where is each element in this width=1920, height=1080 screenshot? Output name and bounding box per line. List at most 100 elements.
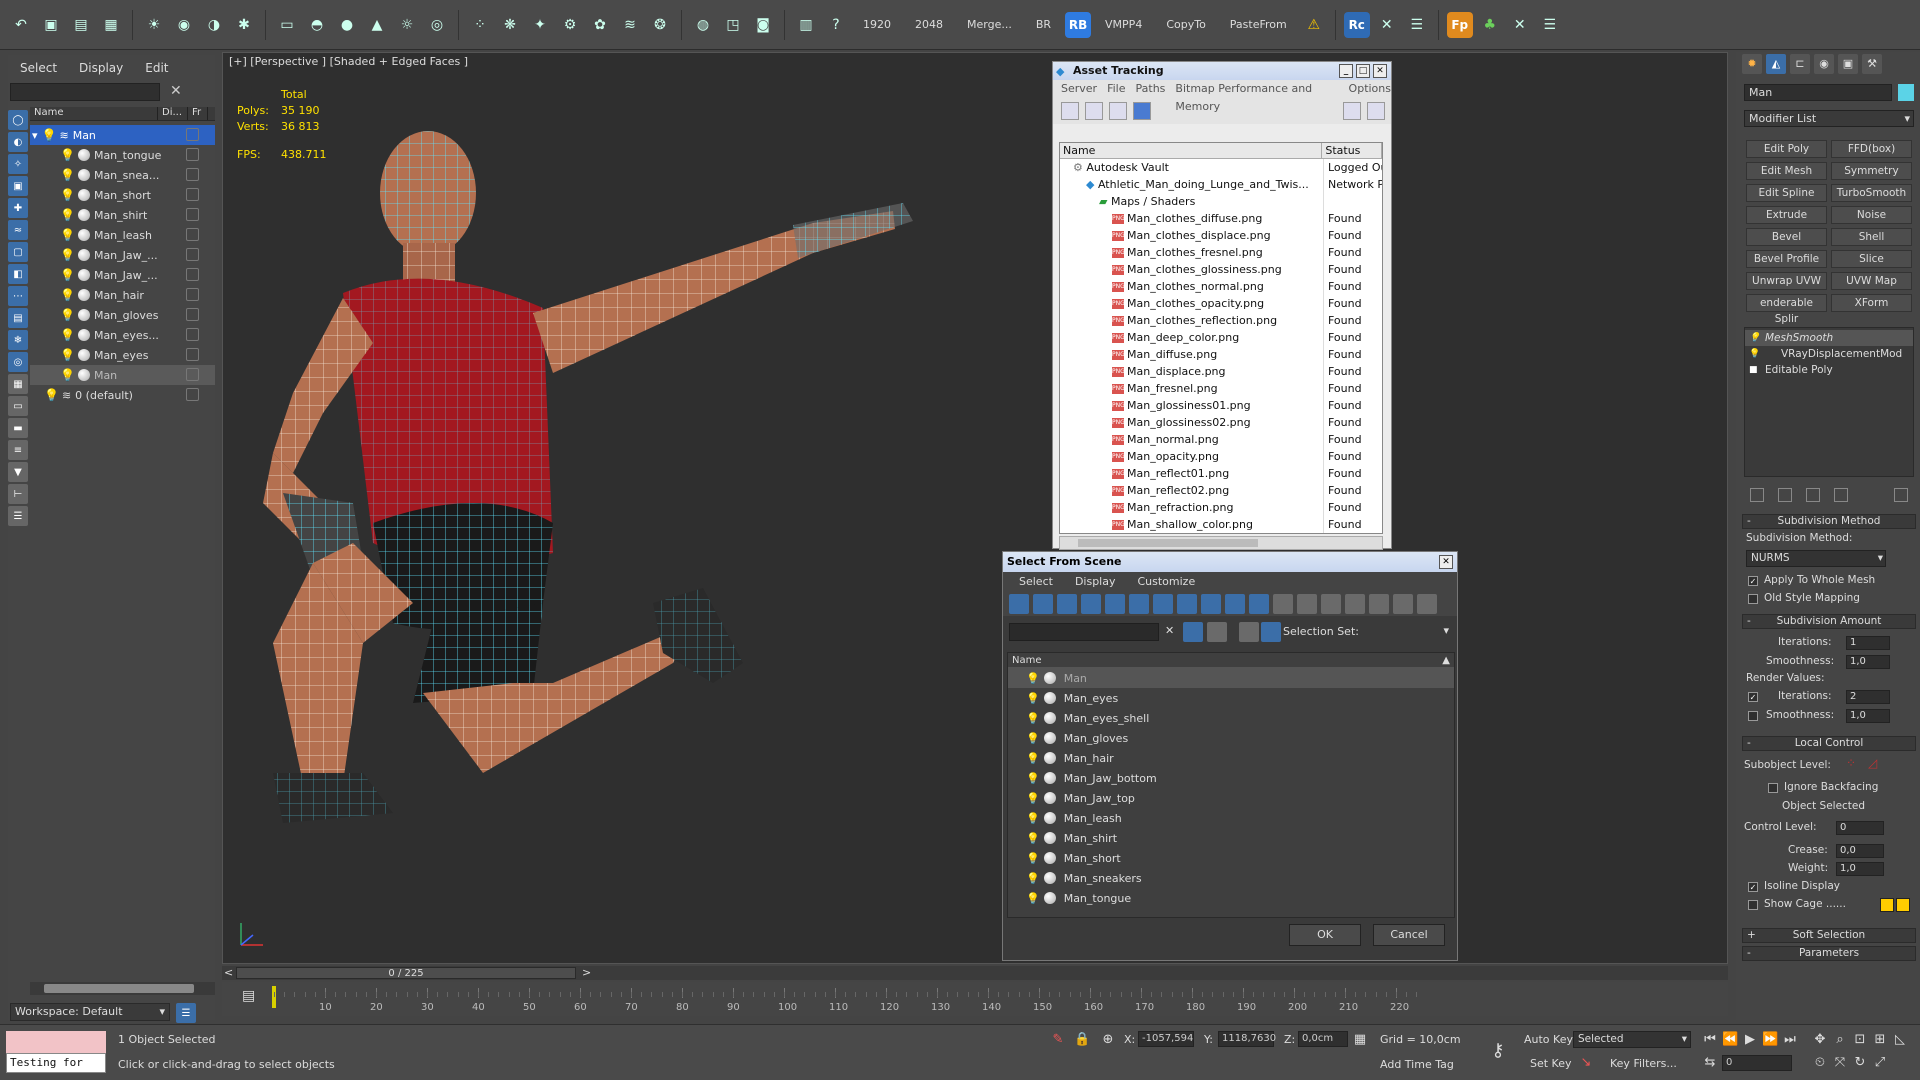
modifier-button[interactable]: Shell — [1831, 228, 1912, 246]
workspace-dropdown[interactable]: Workspace: Default ▾ — [10, 1003, 170, 1021]
create-tab-icon[interactable]: ✹ — [1742, 54, 1762, 74]
asset-row[interactable]: PNG Man_clothes_glossiness.png Found — [1060, 261, 1382, 278]
filter-hidden-icon[interactable] — [1273, 594, 1293, 614]
select-all-icon[interactable] — [1297, 594, 1317, 614]
old-style-mapping-checkbox[interactable] — [1748, 594, 1758, 604]
orbit-icon[interactable]: ↻ — [1852, 1055, 1868, 1071]
pastefrom-button[interactable]: PasteFrom — [1220, 18, 1297, 31]
modifier-button[interactable]: Bevel — [1746, 228, 1827, 246]
hierarchy-tab-icon[interactable]: ⊏ — [1790, 54, 1810, 74]
list-item[interactable]: 💡 Man_leash — [1008, 808, 1454, 828]
light-bulb-icon[interactable]: 💡 — [1749, 330, 1760, 346]
plane-icon[interactable]: ▭ — [274, 12, 300, 38]
layer-stack-icon[interactable] — [1239, 622, 1259, 642]
track-bar[interactable]: ▤ 10 20 30 40 50 60 70 80 90 100 110 120 130 140 150 16… — [222, 982, 1728, 1016]
light-bulb-icon[interactable]: 💡 — [1026, 892, 1040, 905]
fov-icon[interactable]: ◺ — [1892, 1032, 1908, 1048]
show-all-icon[interactable]: ▦ — [8, 374, 28, 394]
select-from-scene-titlebar[interactable]: Select From Scene ✕ — [1003, 552, 1457, 572]
options-icon[interactable]: ☰ — [8, 506, 28, 526]
cage-color-swatch-2[interactable] — [1896, 898, 1910, 912]
list-item[interactable]: 💡 Man_eyes_shell — [1008, 708, 1454, 728]
prev-key-icon[interactable]: ⏪ — [1722, 1032, 1738, 1048]
maxscript-input[interactable]: Testing for — [6, 1053, 106, 1073]
rc-button[interactable]: Rc — [1343, 11, 1370, 38]
list-item[interactable]: 💡 Man_Jaw_top — [1008, 788, 1454, 808]
render-frame-icon[interactable]: ▤ — [68, 12, 94, 38]
asset-row[interactable]: PNG Man_glossiness01.png Found — [1060, 397, 1382, 414]
y-coordinate-field[interactable]: 1118,7630 — [1218, 1031, 1276, 1047]
invert-icon[interactable]: ▬ — [8, 418, 28, 438]
asset-row[interactable]: PNG Man_reflect01.png Found — [1060, 465, 1382, 482]
column-name[interactable]: Name — [1060, 143, 1323, 158]
menu-options[interactable]: Options — [1349, 80, 1391, 98]
asset-row[interactable]: PNG Man_clothes_reflection.png Found — [1060, 312, 1382, 329]
control-level-spinner[interactable]: 0 — [1836, 821, 1884, 835]
render-iterations-spinner[interactable]: 2 — [1846, 690, 1890, 704]
set-key-button[interactable]: Set Key — [1530, 1057, 1572, 1070]
filter-geometry-icon[interactable]: ◯ — [8, 110, 28, 130]
list-item[interactable]: 💡 Man_Jaw_bottom — [1008, 768, 1454, 788]
remove-modifier-icon[interactable] — [1834, 488, 1848, 502]
filter-containers-icon[interactable] — [1225, 594, 1245, 614]
play-icon[interactable]: ▶ — [1742, 1032, 1758, 1048]
filter-groups-icon[interactable]: ▢ — [8, 242, 28, 262]
column-freeze[interactable]: Fr — [188, 107, 208, 120]
tree-row[interactable]: 💡 Man_shirt — [30, 205, 215, 225]
filter-hidden-icon[interactable]: ◎ — [8, 352, 28, 372]
render-icon[interactable]: ◙ — [750, 12, 776, 38]
freeze-icon[interactable] — [186, 328, 199, 341]
freeze-icon[interactable] — [186, 148, 199, 161]
filter-bones-icon[interactable] — [1201, 594, 1221, 614]
list2-icon[interactable]: ☰ — [1537, 12, 1563, 38]
close-button[interactable]: ✕ — [1373, 64, 1387, 78]
z-coordinate-field[interactable]: 0,0cm — [1298, 1031, 1348, 1047]
add-time-tag-button[interactable]: Add Time Tag — [1380, 1058, 1454, 1071]
light-bulb-icon[interactable]: 💡 — [60, 268, 75, 282]
freeze-icon[interactable] — [186, 388, 199, 401]
chevron-down-icon[interactable]: ▾ — [1443, 624, 1449, 637]
filter-frozen-icon[interactable] — [1249, 594, 1269, 614]
zoom-all-icon[interactable]: ⊞ — [1872, 1032, 1888, 1048]
collapse-icon[interactable]: ▾ — [32, 129, 38, 142]
light-bulb-icon[interactable]: 💡 — [1026, 832, 1040, 845]
grid-toggle-icon[interactable]: ▦ — [1352, 1032, 1368, 1048]
time-slider[interactable]: 0 / 225 — [236, 967, 576, 979]
maxscript-listener-mini[interactable] — [6, 1031, 106, 1055]
modifier-button[interactable]: Unwrap UVW — [1746, 272, 1827, 290]
asset-row[interactable]: PNG Man_deep_color.png Found — [1060, 329, 1382, 346]
table-view-icon[interactable] — [1133, 102, 1151, 120]
scroll-thumb[interactable] — [1078, 539, 1258, 547]
filter-shapes-icon[interactable]: ◐ — [8, 132, 28, 152]
light-bulb-icon[interactable]: 💡 — [60, 348, 75, 362]
light-bulb-icon[interactable]: 💡 — [1026, 872, 1040, 885]
show-cage-checkbox[interactable] — [1748, 900, 1758, 910]
asset-row[interactable]: PNG Man_refraction.png Found — [1060, 499, 1382, 516]
refresh-icon[interactable] — [1061, 102, 1079, 120]
ignore-backfacing-checkbox[interactable] — [1768, 783, 1778, 793]
rollout-local-control[interactable]: - Local Control — [1742, 736, 1916, 751]
rollout-parameters[interactable]: - Parameters — [1742, 946, 1916, 961]
freeze-icon[interactable] — [186, 248, 199, 261]
close-button[interactable]: ✕ — [1439, 555, 1453, 569]
tree-row[interactable]: 💡 Man_tongue — [30, 145, 215, 165]
menu-customize[interactable]: Customize — [1137, 572, 1195, 592]
freeze-icon[interactable] — [186, 368, 199, 381]
hair-icon[interactable]: ≋ — [617, 12, 643, 38]
cone-icon[interactable]: ▲ — [364, 12, 390, 38]
auto-key-button[interactable]: Auto Key — [1524, 1033, 1573, 1046]
menu-paths[interactable]: Paths — [1136, 80, 1166, 98]
material-ball-icon[interactable]: ◍ — [690, 12, 716, 38]
cage-color-swatch-1[interactable] — [1880, 898, 1894, 912]
max-toggle-icon[interactable]: ⤢ — [1872, 1055, 1888, 1071]
light-bulb-icon[interactable]: 💡 — [1026, 732, 1040, 745]
plant-icon[interactable]: ✿ — [587, 12, 613, 38]
br-button[interactable]: BR — [1026, 18, 1061, 31]
list-item[interactable]: 💡 Man_eyes — [1008, 688, 1454, 708]
light-bulb-icon[interactable]: 💡 — [44, 388, 59, 402]
athletic-man-model[interactable] — [253, 83, 1073, 963]
rollout-subdivision-amount[interactable]: - Subdivision Amount — [1742, 614, 1916, 629]
goto-end-icon[interactable]: ⏭ — [1782, 1032, 1798, 1048]
list-item[interactable]: 💡 Man_gloves — [1008, 728, 1454, 748]
light-bulb-icon[interactable]: 💡 — [1026, 792, 1040, 805]
